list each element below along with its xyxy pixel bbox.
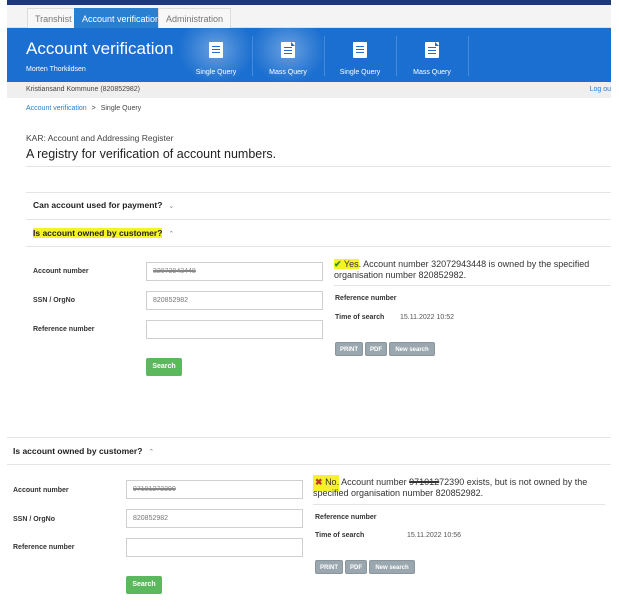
account-number-label: Account number [13, 487, 69, 494]
redacted-account: 971012 [409, 477, 440, 487]
reference-number-input-2[interactable] [126, 538, 303, 557]
reference-number-label: Reference number [33, 326, 95, 333]
organisation-name: Kristiansand Kommune (820852982) [26, 86, 141, 93]
result-time-value: 15.11.2022 10:52 [400, 314, 454, 321]
section-payment-toggle[interactable]: Can account used for payment? ⌄ [33, 200, 174, 210]
result-time-label: Time of search [335, 314, 385, 321]
divider [26, 192, 611, 193]
reference-number-label: Reference number [13, 544, 75, 551]
result-message: ✔ Yes. Account number 32072943448 is own… [334, 259, 611, 281]
new-search-button-2[interactable]: New search [369, 560, 415, 574]
logout-link[interactable]: Log ou [590, 82, 611, 98]
ssn-orgno-label: SSN / OrgNo [33, 297, 76, 304]
tab-account-verification[interactable]: Account verification [74, 8, 169, 29]
divider [334, 285, 611, 286]
result-word: Yes [343, 259, 359, 269]
list-icon [353, 42, 367, 58]
breadcrumb-separator: > [91, 105, 96, 112]
print-button[interactable]: PRINT [335, 342, 363, 356]
user-name: Morten Thorkildsen [26, 66, 86, 73]
result-time-label: Time of search [315, 532, 365, 539]
section-owned-toggle[interactable]: Is account owned by customer? ⌃ [33, 228, 174, 238]
result-text: . Account number 32072943448 is owned by… [334, 259, 590, 280]
organisation-bar: Kristiansand Kommune (820852982) Log ou [7, 82, 611, 98]
chevron-down-icon: ⌄ [168, 203, 175, 210]
divider [468, 36, 469, 76]
main-tabs: Transhist Account verification Administr… [7, 5, 611, 29]
tab-administration[interactable]: Administration [158, 8, 232, 29]
tab-transhist[interactable]: Transhist [27, 8, 80, 29]
ssn-orgno-input-2[interactable]: 820852982 [126, 509, 303, 528]
account-number-input[interactable]: 32072943448 [146, 262, 323, 281]
ssn-orgno-input[interactable]: 820852982 [146, 291, 323, 310]
result-reference-label: Reference number [335, 295, 397, 302]
pdf-button[interactable]: PDF [365, 342, 387, 356]
new-search-button[interactable]: New search [389, 342, 435, 356]
result-word-2: No. [325, 477, 340, 487]
section-payment-label: Can account used for payment? [33, 200, 163, 210]
single-query-label: Single Query [339, 69, 381, 76]
single-query-button[interactable]: Single Query [180, 28, 252, 82]
close-icon: ✖ [315, 477, 323, 487]
document-icon [281, 42, 295, 58]
result-reference-label: Reference number [315, 514, 377, 521]
divider [313, 504, 605, 505]
print-button-2[interactable]: PRINT [315, 560, 343, 574]
mass-query-button-2[interactable]: Mass Query [396, 28, 468, 82]
divider [26, 166, 611, 167]
breadcrumb-current: Single Query [100, 105, 142, 112]
reference-number-input[interactable] [146, 320, 323, 339]
ssn-orgno-label: SSN / OrgNo [13, 516, 56, 523]
account-number-input-2[interactable]: 97101272390 [126, 480, 303, 499]
single-query-button-2[interactable]: Single Query [324, 28, 396, 82]
chevron-up-icon: ⌃ [148, 449, 155, 456]
divider [7, 437, 611, 438]
divider [26, 246, 611, 247]
check-icon: ✔ [334, 259, 342, 269]
document-icon [425, 42, 439, 58]
result-time-value: 15.11.2022 10:56 [407, 532, 461, 539]
breadcrumb: Account verification > Single Query [7, 98, 611, 112]
list-icon [209, 42, 223, 58]
chevron-up-icon: ⌃ [168, 231, 175, 238]
search-button-2[interactable]: Search [126, 576, 162, 594]
page-title: Account verification [26, 39, 174, 58]
account-number-label: Account number [33, 268, 89, 275]
mass-query-label: Mass Query [413, 69, 451, 76]
breadcrumb-parent[interactable]: Account verification [26, 105, 87, 112]
registry-headline: A registry for verification of account n… [26, 147, 277, 161]
mass-query-button[interactable]: Mass Query [252, 28, 324, 82]
section-owned-label: Is account owned by customer? [33, 228, 163, 238]
page-top: Transhist Account verification Administr… [7, 0, 611, 395]
header-banner: Account verification Morten Thorkildsen … [7, 28, 611, 82]
mass-query-label: Mass Query [269, 69, 307, 76]
result-message-2: ✖ No. Account number 97101272390 exists,… [313, 475, 588, 498]
divider [7, 464, 611, 465]
search-button[interactable]: Search [146, 358, 182, 376]
section-owned-toggle-2[interactable]: Is account owned by customer? ⌃ [13, 446, 154, 456]
divider [26, 219, 611, 220]
pdf-button-2[interactable]: PDF [345, 560, 367, 574]
registry-subtitle: KAR: Account and Addressing Register [26, 133, 174, 143]
single-query-label: Single Query [195, 69, 237, 76]
section-owned-label-2: Is account owned by customer? [13, 446, 143, 456]
